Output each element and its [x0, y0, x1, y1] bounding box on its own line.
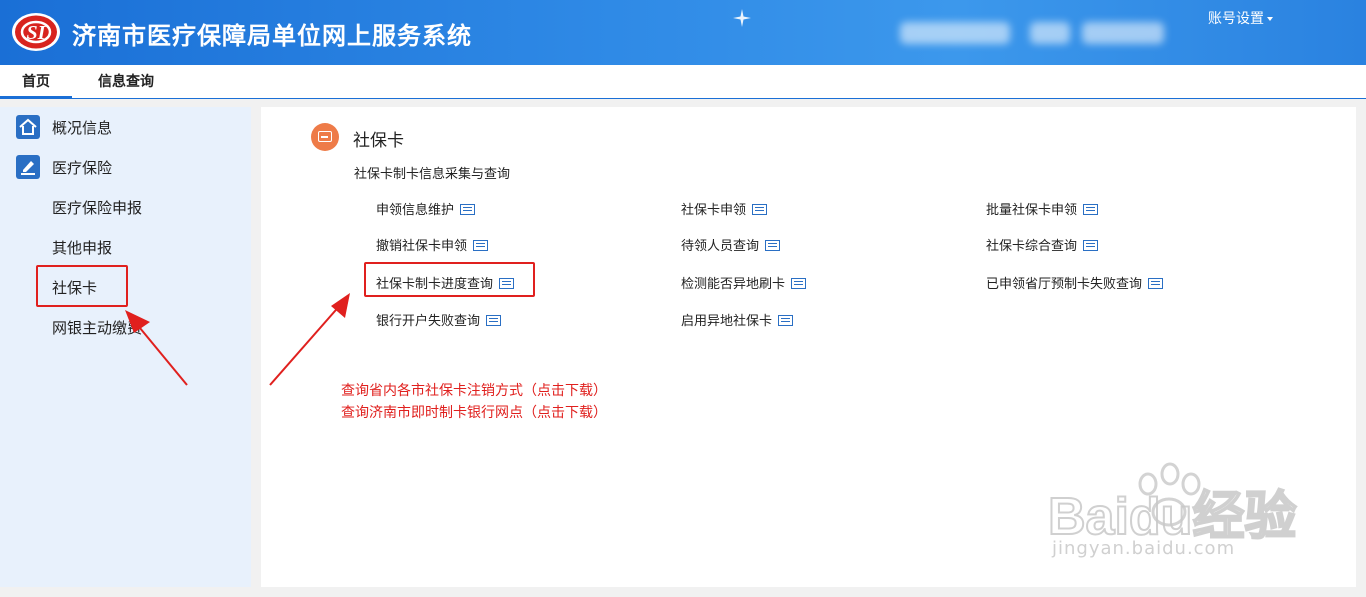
svg-text:SI: SI: [27, 22, 47, 44]
sparkle-icon: [733, 9, 751, 27]
link-remote-swipe-check[interactable]: 检测能否异地刷卡: [681, 273, 807, 292]
caret-down-icon: [1267, 17, 1273, 21]
link-label: 检测能否异地刷卡: [681, 277, 786, 292]
sidebar-item-overview[interactable]: 概况信息: [0, 107, 251, 147]
link-card-comprehensive-query[interactable]: 社保卡综合查询: [986, 235, 1099, 254]
annotation-highlight-box: [364, 262, 535, 297]
home-icon: [16, 115, 40, 139]
tab-info-query-label: 信息查询: [98, 74, 154, 90]
download-link-bank-outlets[interactable]: 查询济南市即时制卡银行网点（点击下载）: [341, 402, 607, 422]
sidebar-item-label: 网银主动缴费: [52, 319, 143, 337]
blurred-user-info: [1030, 22, 1070, 44]
link-precard-failure-query[interactable]: 已申领省厅预制卡失败查询: [986, 273, 1164, 292]
sidebar-item-label: 医疗保险申报: [52, 199, 143, 217]
section-title: 社保卡: [353, 131, 404, 151]
card-icon: [311, 123, 339, 151]
sidebar-item-medical-declaration[interactable]: 医疗保险申报: [0, 187, 251, 227]
link-bank-account-failure-query[interactable]: 银行开户失败查询: [376, 310, 502, 329]
link-label: 银行开户失败查询: [376, 314, 481, 329]
download-link-cancel-methods[interactable]: 查询省内各市社保卡注销方式（点击下载）: [341, 380, 607, 400]
section-subtitle: 社保卡制卡信息采集与查询: [354, 167, 511, 182]
blurred-user-info: [900, 22, 1010, 44]
link-label: 待领人员查询: [681, 239, 760, 254]
annotation-highlight-box: [36, 265, 128, 307]
app-header: SI 济南市医疗保障局单位网上服务系统 账号设置: [0, 0, 1366, 65]
sidebar-item-label: 医疗保险: [52, 159, 113, 177]
link-label: 已申领省厅预制卡失败查询: [986, 277, 1143, 292]
account-settings-label: 账号设置: [1208, 11, 1264, 27]
link-enable-remote-card[interactable]: 启用异地社保卡: [681, 310, 794, 329]
link-label: 社保卡综合查询: [986, 239, 1078, 254]
link-label: 社保卡申领: [681, 203, 747, 218]
link-label: 启用异地社保卡: [681, 314, 773, 329]
si-logo-icon: SI: [12, 13, 60, 51]
sidebar-item-label: 其他申报: [52, 239, 113, 257]
tab-home[interactable]: 首页: [0, 65, 72, 99]
link-batch-card-apply[interactable]: 批量社保卡申领: [986, 199, 1099, 218]
link-label: 批量社保卡申领: [986, 203, 1078, 218]
document-icon: [752, 204, 768, 215]
tab-info-query[interactable]: 信息查询: [86, 65, 166, 99]
document-icon: [765, 240, 781, 251]
system-title: 济南市医疗保障局单位网上服务系统: [72, 22, 472, 50]
document-icon: [1148, 278, 1164, 289]
link-cancel-card-apply[interactable]: 撤销社保卡申领: [376, 235, 489, 254]
document-icon: [486, 315, 502, 326]
document-icon: [791, 278, 807, 289]
document-icon: [1083, 204, 1099, 215]
edit-icon: [16, 155, 40, 179]
sidebar-item-label: 概况信息: [52, 119, 113, 137]
link-social-card-apply[interactable]: 社保卡申领: [681, 199, 768, 218]
tab-home-label: 首页: [22, 74, 50, 90]
document-icon: [1083, 240, 1099, 251]
document-icon: [778, 315, 794, 326]
document-icon: [473, 240, 489, 251]
link-label: 撤销社保卡申领: [376, 239, 468, 254]
document-icon: [460, 204, 476, 215]
link-label: 申领信息维护: [376, 203, 455, 218]
top-nav: 首页 信息查询: [0, 65, 1366, 99]
blurred-user-info: [1082, 22, 1164, 44]
link-pending-pickup-query[interactable]: 待领人员查询: [681, 235, 781, 254]
sidebar-item-other-declaration[interactable]: 其他申报: [0, 227, 251, 267]
account-settings-menu[interactable]: 账号设置: [1208, 8, 1273, 28]
watermark-url: jingyan.baidu.com: [1052, 538, 1236, 559]
link-application-info-maintain[interactable]: 申领信息维护: [376, 199, 476, 218]
sidebar-item-online-bank-payment[interactable]: 网银主动缴费: [0, 307, 251, 347]
sidebar-item-medical-insurance[interactable]: 医疗保险: [0, 147, 251, 187]
